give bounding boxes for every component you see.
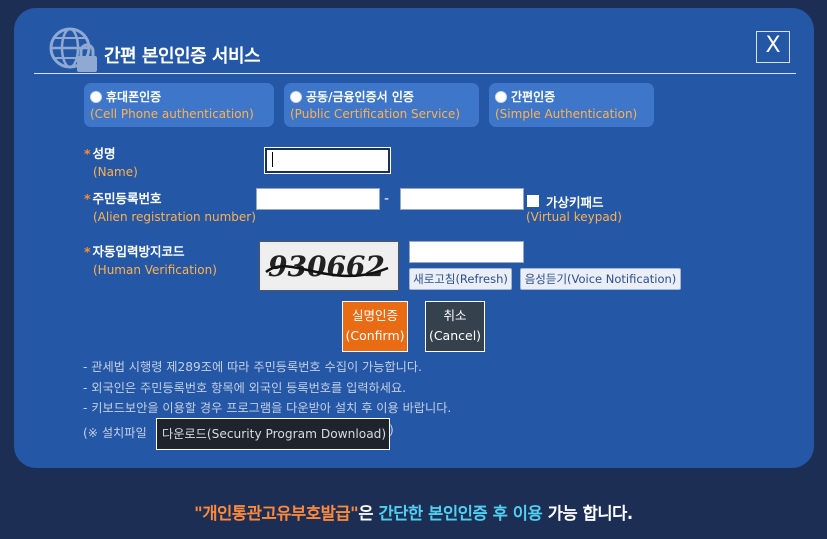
registration-front-input[interactable] bbox=[256, 188, 380, 210]
virtual-keypad-checkbox[interactable] bbox=[527, 195, 539, 207]
tab-cell-phone[interactable]: 휴대폰인증 (Cell Phone authentication) bbox=[84, 83, 274, 127]
captcha-image: 930662 bbox=[259, 241, 399, 291]
confirm-sublabel: (Confirm) bbox=[345, 328, 405, 343]
confirm-button[interactable]: 실명인증 (Confirm) bbox=[342, 301, 408, 352]
virtual-keypad-label: 가상키패드 bbox=[546, 195, 604, 210]
registration-back-input[interactable] bbox=[400, 188, 524, 210]
tab-sublabel: (Public Certification Service) bbox=[290, 107, 461, 121]
name-label-text: 성명 bbox=[92, 146, 116, 161]
footer-text: 은 bbox=[358, 504, 379, 523]
cancel-button[interactable]: 취소 (Cancel) bbox=[425, 301, 485, 352]
captcha-sublabel: (Human Verification) bbox=[93, 263, 217, 277]
footer-emphasis: 간단한 본인인증 후 이용 bbox=[378, 504, 543, 523]
tab-sublabel: (Simple Authentication) bbox=[495, 107, 638, 121]
radio-icon[interactable] bbox=[495, 90, 507, 103]
registration-sublabel: (Alien registration number) bbox=[93, 210, 256, 224]
footer-message: "개인통관고유부호발급"은 간단한 본인인증 후 이용 가능 합니다. bbox=[0, 500, 827, 524]
required-mark: * bbox=[84, 191, 91, 206]
registration-separator: - bbox=[384, 191, 390, 207]
tab-sublabel: (Cell Phone authentication) bbox=[90, 107, 254, 121]
notice-item: - 관세법 시행령 제289조에 따라 주민등록번호 수집이 가능합니다. bbox=[83, 360, 422, 374]
cancel-label: 취소 bbox=[443, 308, 467, 323]
dialog-header: 간편 본인인증 서비스 X bbox=[34, 22, 796, 74]
required-mark: * bbox=[84, 146, 91, 161]
download-suffix: ) bbox=[389, 423, 394, 437]
refresh-button[interactable]: 새로고침(Refresh) bbox=[409, 268, 512, 290]
notice-list: - 관세법 시행령 제289조에 따라 주민등록번호 수집이 가능합니다. - … bbox=[83, 357, 451, 419]
confirm-label: 실명인증 bbox=[351, 308, 398, 323]
captcha-graphic: 930662 bbox=[262, 244, 396, 288]
name-label: * 성명 (Name) bbox=[84, 143, 138, 179]
captcha-label: * 자동입력방지코드 (Human Verification) bbox=[84, 241, 217, 277]
tab-label: 공동/금융인증서 인증 bbox=[306, 90, 414, 104]
tab-simple-auth[interactable]: 간편인증 (Simple Authentication) bbox=[489, 83, 654, 127]
registration-label-text: 주민등록번호 bbox=[92, 191, 162, 206]
registration-label: * 주민등록번호 (Alien registration number) bbox=[84, 188, 256, 224]
dialog-title: 간편 본인인증 서비스 bbox=[104, 46, 261, 67]
virtual-keypad-sublabel: (Virtual keypad) bbox=[526, 210, 622, 224]
close-button[interactable]: X bbox=[756, 31, 790, 63]
download-prefix: (※ 설치파일 bbox=[83, 426, 147, 440]
notice-item: - 외국인은 주민등록번호 항목에 외국인 등록번호를 입력하세요. bbox=[83, 380, 407, 395]
download-button[interactable]: 다운로드(Security Program Download) bbox=[156, 418, 390, 450]
radio-icon[interactable] bbox=[90, 90, 102, 103]
name-input[interactable] bbox=[264, 147, 391, 174]
radio-icon[interactable] bbox=[290, 90, 302, 103]
captcha-label-text: 자동입력방지코드 bbox=[92, 244, 185, 259]
name-sublabel: (Name) bbox=[93, 165, 138, 179]
globe-lock-icon bbox=[49, 27, 97, 72]
cancel-sublabel: (Cancel) bbox=[428, 328, 482, 343]
footer-text: 가능 합니다. bbox=[542, 504, 634, 523]
captcha-input[interactable] bbox=[409, 241, 524, 263]
notice-item: - 키보드보안을 이용할 경우 프로그램을 다운받아 설치 후 이용 바랍니다. bbox=[83, 401, 452, 415]
tab-public-certificate[interactable]: 공동/금융인증서 인증 (Public Certification Servic… bbox=[284, 83, 479, 127]
tab-label: 휴대폰인증 bbox=[106, 90, 162, 104]
required-mark: * bbox=[84, 244, 91, 259]
text-caret bbox=[272, 152, 273, 167]
footer-highlight: "개인통관고유부호발급" bbox=[194, 504, 359, 523]
tab-label: 간편인증 bbox=[511, 90, 556, 104]
voice-button[interactable]: 음성듣기(Voice Notification) bbox=[520, 268, 681, 290]
auth-dialog: 간편 본인인증 서비스 X 휴대폰인증 (Cell Phone authenti… bbox=[14, 8, 814, 468]
